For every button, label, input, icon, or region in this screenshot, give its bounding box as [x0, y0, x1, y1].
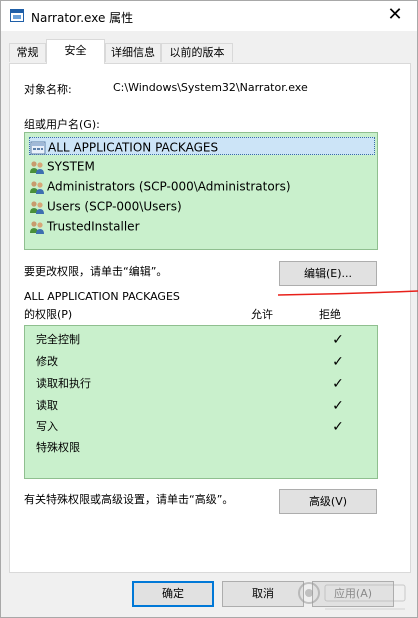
- tab-security[interactable]: 安全: [46, 39, 105, 64]
- properties-window: Narrator.exe 属性 ✕ 常规 安全 详细信息 以前的版本 对象名称:…: [0, 0, 418, 618]
- title-bar: Narrator.exe 属性 ✕: [1, 1, 417, 31]
- column-deny: 拒绝: [319, 308, 341, 321]
- object-name-value: C:\Windows\System32\Narrator.exe: [113, 81, 308, 94]
- edit-button[interactable]: 编辑(E)...: [279, 261, 377, 286]
- advanced-button-label: 高级(V): [308, 495, 348, 508]
- cancel-button[interactable]: 取消: [222, 581, 304, 607]
- permission-name: 特殊权限: [36, 441, 80, 454]
- tab-security-label: 安全: [64, 44, 87, 57]
- list-item[interactable]: Administrators (SCP-000\Administrators): [29, 177, 375, 195]
- users-icon: [30, 180, 44, 194]
- permissions-list: 完全控制 ✓ 修改 ✓ 读取和执行 ✓ 读取 ✓ 写入 ✓ 特殊权限: [24, 325, 378, 479]
- check-icon: ✓: [332, 376, 344, 392]
- users-icon: [30, 160, 44, 174]
- close-icon: ✕: [387, 4, 403, 25]
- list-item[interactable]: SYSTEM: [29, 157, 375, 175]
- tab-previous-versions-label: 以前的版本: [169, 46, 225, 59]
- tab-details-label: 详细信息: [111, 46, 155, 59]
- tab-general-label: 常规: [16, 46, 39, 59]
- permissions-heading-sub: 的权限(P): [24, 308, 73, 321]
- permission-name: 完全控制: [36, 333, 80, 346]
- package-icon: [30, 141, 46, 154]
- check-icon: ✓: [332, 332, 344, 348]
- tab-previous-versions[interactable]: 以前的版本: [161, 43, 233, 62]
- permission-row: 特殊权限: [36, 439, 366, 457]
- watermark-logo: [298, 582, 406, 610]
- advanced-hint: 有关特殊权限或高级设置，请单击“高级”。: [24, 493, 234, 506]
- permissions-heading: ALL APPLICATION PACKAGES: [24, 290, 180, 303]
- group-name: Users (SCP-000\Users): [47, 199, 182, 214]
- check-icon: ✓: [332, 354, 344, 370]
- change-permissions-hint: 要更改权限，请单击“编辑”。: [24, 265, 168, 278]
- group-user-list[interactable]: ALL APPLICATION PACKAGES SYSTEM Administ…: [24, 132, 378, 250]
- object-name-label: 对象名称:: [24, 83, 72, 96]
- group-name: Administrators (SCP-000\Administrators): [47, 179, 291, 194]
- edit-button-label: 编辑(E)...: [303, 267, 353, 280]
- permission-row: 读取 ✓: [36, 397, 366, 415]
- permission-row: 完全控制 ✓: [36, 331, 366, 349]
- column-allow: 允许: [251, 308, 273, 321]
- check-icon: ✓: [332, 398, 344, 414]
- advanced-button[interactable]: 高级(V): [279, 489, 377, 514]
- group-name: TrustedInstaller: [47, 219, 140, 234]
- permission-row: 修改 ✓: [36, 353, 366, 371]
- permission-name: 读取: [36, 399, 58, 412]
- ok-button[interactable]: 确定: [132, 581, 214, 607]
- window-title: Narrator.exe 属性: [31, 11, 134, 25]
- users-icon: [30, 220, 44, 234]
- close-button[interactable]: ✕: [385, 5, 405, 25]
- permission-row: 写入 ✓: [36, 418, 366, 436]
- permission-name: 写入: [36, 420, 58, 433]
- permission-name: 读取和执行: [36, 377, 91, 390]
- group-name: ALL APPLICATION PACKAGES: [48, 140, 219, 155]
- cancel-button-label: 取消: [252, 587, 274, 600]
- permission-name: 修改: [36, 355, 58, 368]
- list-item[interactable]: Users (SCP-000\Users): [29, 197, 375, 215]
- group-list-label: 组或用户名(G):: [24, 118, 100, 131]
- app-window-icon: [10, 9, 24, 22]
- annotation-line: [277, 290, 418, 296]
- check-icon: ✓: [332, 419, 344, 435]
- group-name: SYSTEM: [47, 159, 95, 174]
- users-icon: [30, 200, 44, 214]
- permission-row: 读取和执行 ✓: [36, 375, 366, 393]
- list-item[interactable]: ALL APPLICATION PACKAGES: [29, 137, 375, 155]
- list-item[interactable]: TrustedInstaller: [29, 217, 375, 235]
- tab-general[interactable]: 常规: [9, 43, 46, 62]
- tab-details[interactable]: 详细信息: [105, 43, 161, 62]
- ok-button-label: 确定: [162, 587, 184, 600]
